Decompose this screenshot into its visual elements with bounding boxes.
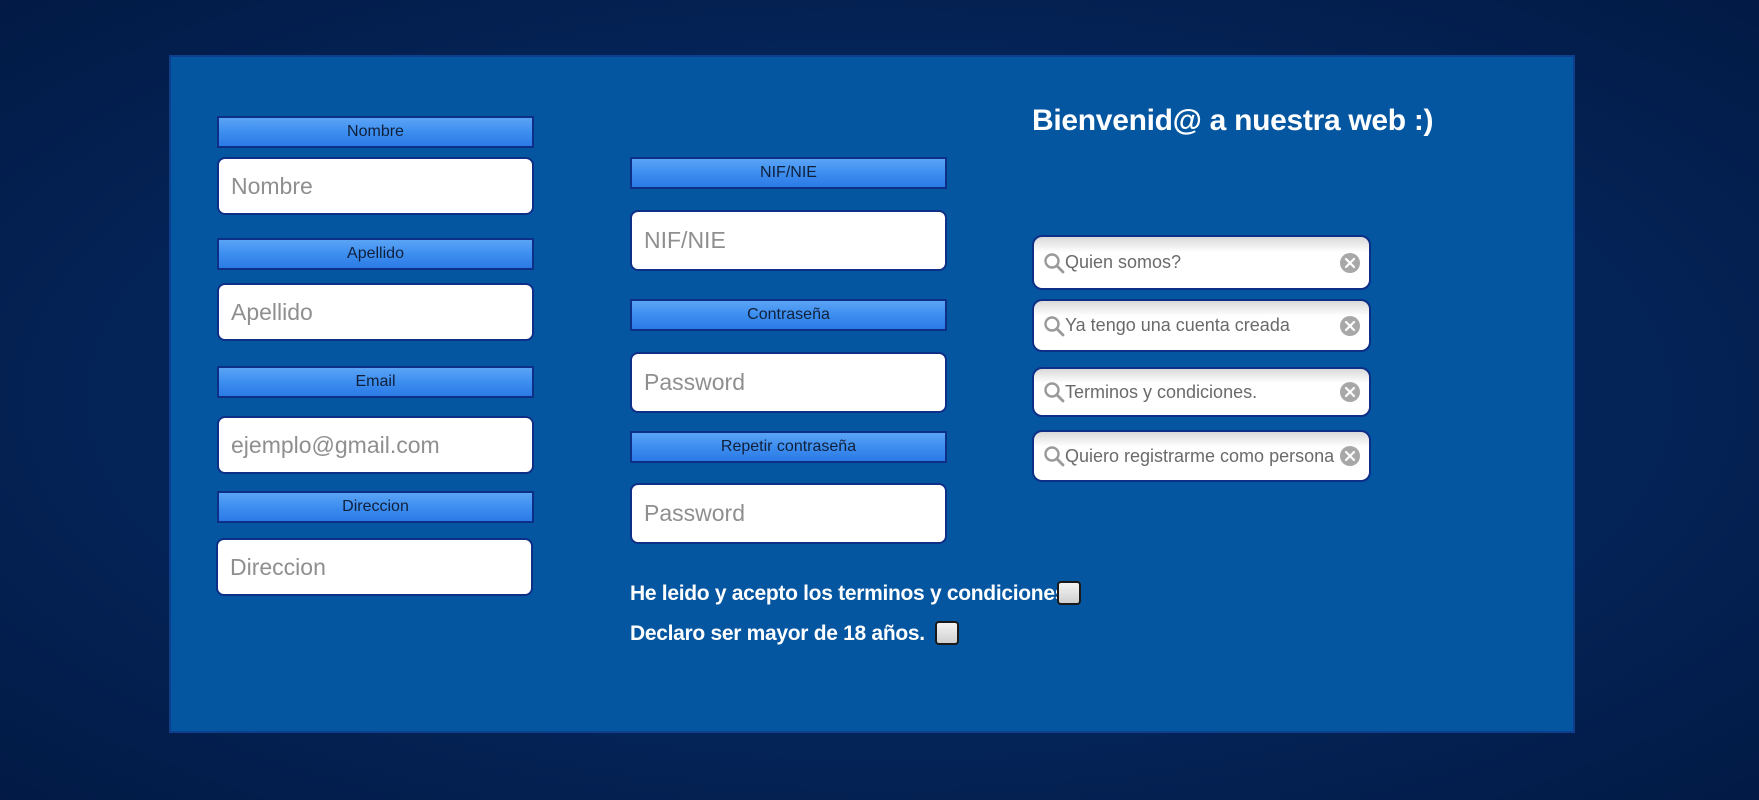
- clear-circle-icon[interactable]: [1339, 315, 1361, 337]
- direccion-label: Direccion: [217, 491, 534, 523]
- age-checkbox-label: Declaro ser mayor de 18 años.: [630, 622, 925, 645]
- password-field[interactable]: [630, 352, 947, 413]
- clear-circle-icon[interactable]: [1339, 445, 1361, 467]
- magnifier-icon: [1044, 252, 1065, 273]
- repeat-password-field[interactable]: [630, 483, 947, 544]
- email-label: Email: [217, 366, 534, 398]
- nombre-label: Nombre: [217, 116, 534, 148]
- quien-somos-search[interactable]: [1032, 235, 1371, 290]
- age-checkbox[interactable]: [935, 621, 959, 645]
- terminos-search[interactable]: [1032, 367, 1371, 417]
- terms-checkbox-label: He leido y acepto los terminos y condici…: [630, 582, 1067, 605]
- direccion-field[interactable]: [216, 538, 533, 596]
- password-label: Contraseña: [630, 299, 947, 331]
- registrarme-personal-search[interactable]: [1032, 430, 1371, 482]
- registrarme-personal-input[interactable]: [1065, 432, 1335, 480]
- clear-circle-icon[interactable]: [1339, 381, 1361, 403]
- email-field[interactable]: [217, 416, 534, 474]
- terms-checkbox[interactable]: [1057, 581, 1081, 605]
- quien-somos-input[interactable]: [1065, 237, 1335, 288]
- cuenta-creada-search[interactable]: [1032, 299, 1371, 352]
- magnifier-icon: [1044, 382, 1065, 403]
- apellido-field[interactable]: [217, 283, 534, 341]
- cuenta-creada-input[interactable]: [1065, 301, 1335, 350]
- nif-label: NIF/NIE: [630, 157, 947, 189]
- repeat-password-label: Repetir contraseña: [630, 431, 947, 463]
- nif-field[interactable]: [630, 210, 947, 271]
- welcome-title: Bienvenid@ a nuestra web :): [1032, 104, 1434, 137]
- magnifier-icon: [1044, 446, 1065, 467]
- nombre-field[interactable]: [217, 157, 534, 215]
- clear-circle-icon[interactable]: [1339, 252, 1361, 274]
- terminos-input[interactable]: [1065, 369, 1335, 415]
- magnifier-icon: [1044, 315, 1065, 336]
- apellido-label: Apellido: [217, 238, 534, 270]
